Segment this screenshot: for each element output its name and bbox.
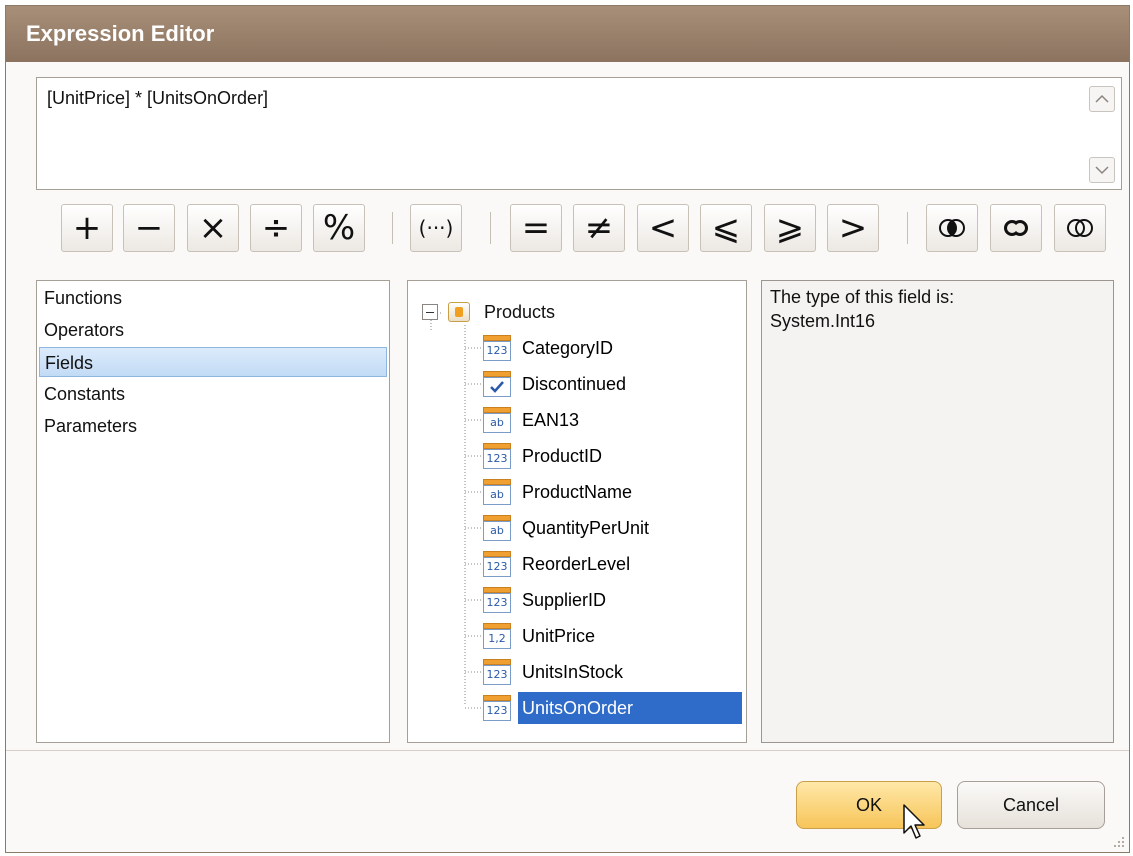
description-line2: System.Int16 xyxy=(770,311,876,331)
field-type-icon-integer: 123 xyxy=(483,443,513,469)
tree-field-productid[interactable]: ProductID xyxy=(518,440,606,472)
not-equal-button[interactable]: ≠ xyxy=(573,204,625,252)
and-button[interactable] xyxy=(926,204,978,252)
chevron-up-icon xyxy=(1095,94,1109,103)
minus-button[interactable]: − xyxy=(123,204,175,252)
less-button[interactable]: < xyxy=(637,204,689,252)
field-type-icon-boolean xyxy=(483,371,513,397)
or-button[interactable] xyxy=(990,204,1042,252)
or-icon xyxy=(1004,220,1028,236)
field-type-icon-integer: 123 xyxy=(483,695,513,721)
category-fields[interactable]: Fields xyxy=(39,347,387,377)
toolbar-separator xyxy=(907,212,908,244)
description-panel: The type of this field is: System.Int16 xyxy=(761,280,1114,743)
field-type-icon-integer: 123 xyxy=(483,551,513,577)
category-parameters[interactable]: Parameters xyxy=(39,411,387,441)
field-type-icon-integer: 123 xyxy=(483,587,513,613)
greater-button[interactable]: > xyxy=(827,204,879,252)
tree-field-productname[interactable]: ProductName xyxy=(518,476,636,508)
database-icon xyxy=(448,302,470,322)
tree-field-reorderlevel[interactable]: ReorderLevel xyxy=(518,548,634,580)
greater-equal-button[interactable]: ⩾ xyxy=(764,204,816,252)
tree-field-categoryid[interactable]: CategoryID xyxy=(518,332,617,364)
parentheses-button[interactable]: (···) xyxy=(410,204,462,252)
expression-editor-dialog: Expression Editor [UnitPrice] * [UnitsOn… xyxy=(5,5,1130,853)
footer-divider xyxy=(6,750,1129,751)
less-equal-button[interactable]: ⩽ xyxy=(700,204,752,252)
tree-field-discontinued[interactable]: Discontinued xyxy=(518,368,630,400)
expression-input[interactable]: [UnitPrice] * [UnitsOnOrder] xyxy=(36,77,1122,190)
tree-field-quantityperunit[interactable]: QuantityPerUnit xyxy=(518,512,653,544)
multiply-button[interactable]: × xyxy=(187,204,239,252)
divide-button[interactable]: ÷ xyxy=(250,204,302,252)
field-type-icon-integer: 123 xyxy=(483,659,513,685)
scroll-up-button[interactable] xyxy=(1089,86,1115,112)
collapse-toggle[interactable] xyxy=(422,304,438,320)
category-functions[interactable]: Functions xyxy=(39,283,387,313)
category-constants[interactable]: Constants xyxy=(39,379,387,409)
mouse-cursor-icon xyxy=(903,804,925,839)
field-type-icon-decimal: 1,2 xyxy=(483,623,513,649)
field-type-icon-string: ab xyxy=(483,407,513,433)
chevron-down-icon xyxy=(1095,166,1109,175)
category-list[interactable]: Functions Operators Fields Constants Par… xyxy=(36,280,390,743)
toolbar-separator xyxy=(490,212,491,244)
title-bar[interactable]: Expression Editor xyxy=(6,6,1129,62)
field-type-icon-integer: 123 xyxy=(483,335,513,361)
tree-field-ean13[interactable]: EAN13 xyxy=(518,404,583,436)
tree-field-supplierid[interactable]: SupplierID xyxy=(518,584,610,616)
modulo-button[interactable]: % xyxy=(313,204,365,252)
field-tree[interactable]: Products 123 CategoryID Discontinued ab EAN1… xyxy=(407,280,747,743)
minus-icon xyxy=(426,312,434,313)
not-icon xyxy=(1067,219,1093,237)
tree-field-unitsinstock[interactable]: UnitsInStock xyxy=(518,656,627,688)
and-icon xyxy=(939,219,965,237)
not-button[interactable] xyxy=(1054,204,1106,252)
expression-text[interactable]: [UnitPrice] * [UnitsOnOrder] xyxy=(47,88,268,109)
scroll-down-button[interactable] xyxy=(1089,157,1115,183)
tree-field-unitsonorder[interactable]: UnitsOnOrder xyxy=(518,692,742,724)
cancel-button[interactable]: Cancel xyxy=(957,781,1105,829)
tree-field-unitprice[interactable]: UnitPrice xyxy=(518,620,599,652)
toolbar-separator xyxy=(392,212,393,244)
resize-grip-icon[interactable] xyxy=(1113,836,1125,848)
tree-root-products[interactable]: Products xyxy=(484,296,555,328)
field-type-icon-string: ab xyxy=(483,515,513,541)
plus-button[interactable]: + xyxy=(61,204,113,252)
description-line1: The type of this field is: xyxy=(770,287,955,307)
field-type-icon-string: ab xyxy=(483,479,513,505)
equal-button[interactable]: = xyxy=(510,204,562,252)
operator-toolbar: + − × ÷ % (···) = ≠ < ⩽ ⩾ > xyxy=(6,204,1129,254)
window-title: Expression Editor xyxy=(26,21,215,46)
category-operators[interactable]: Operators xyxy=(39,315,387,345)
